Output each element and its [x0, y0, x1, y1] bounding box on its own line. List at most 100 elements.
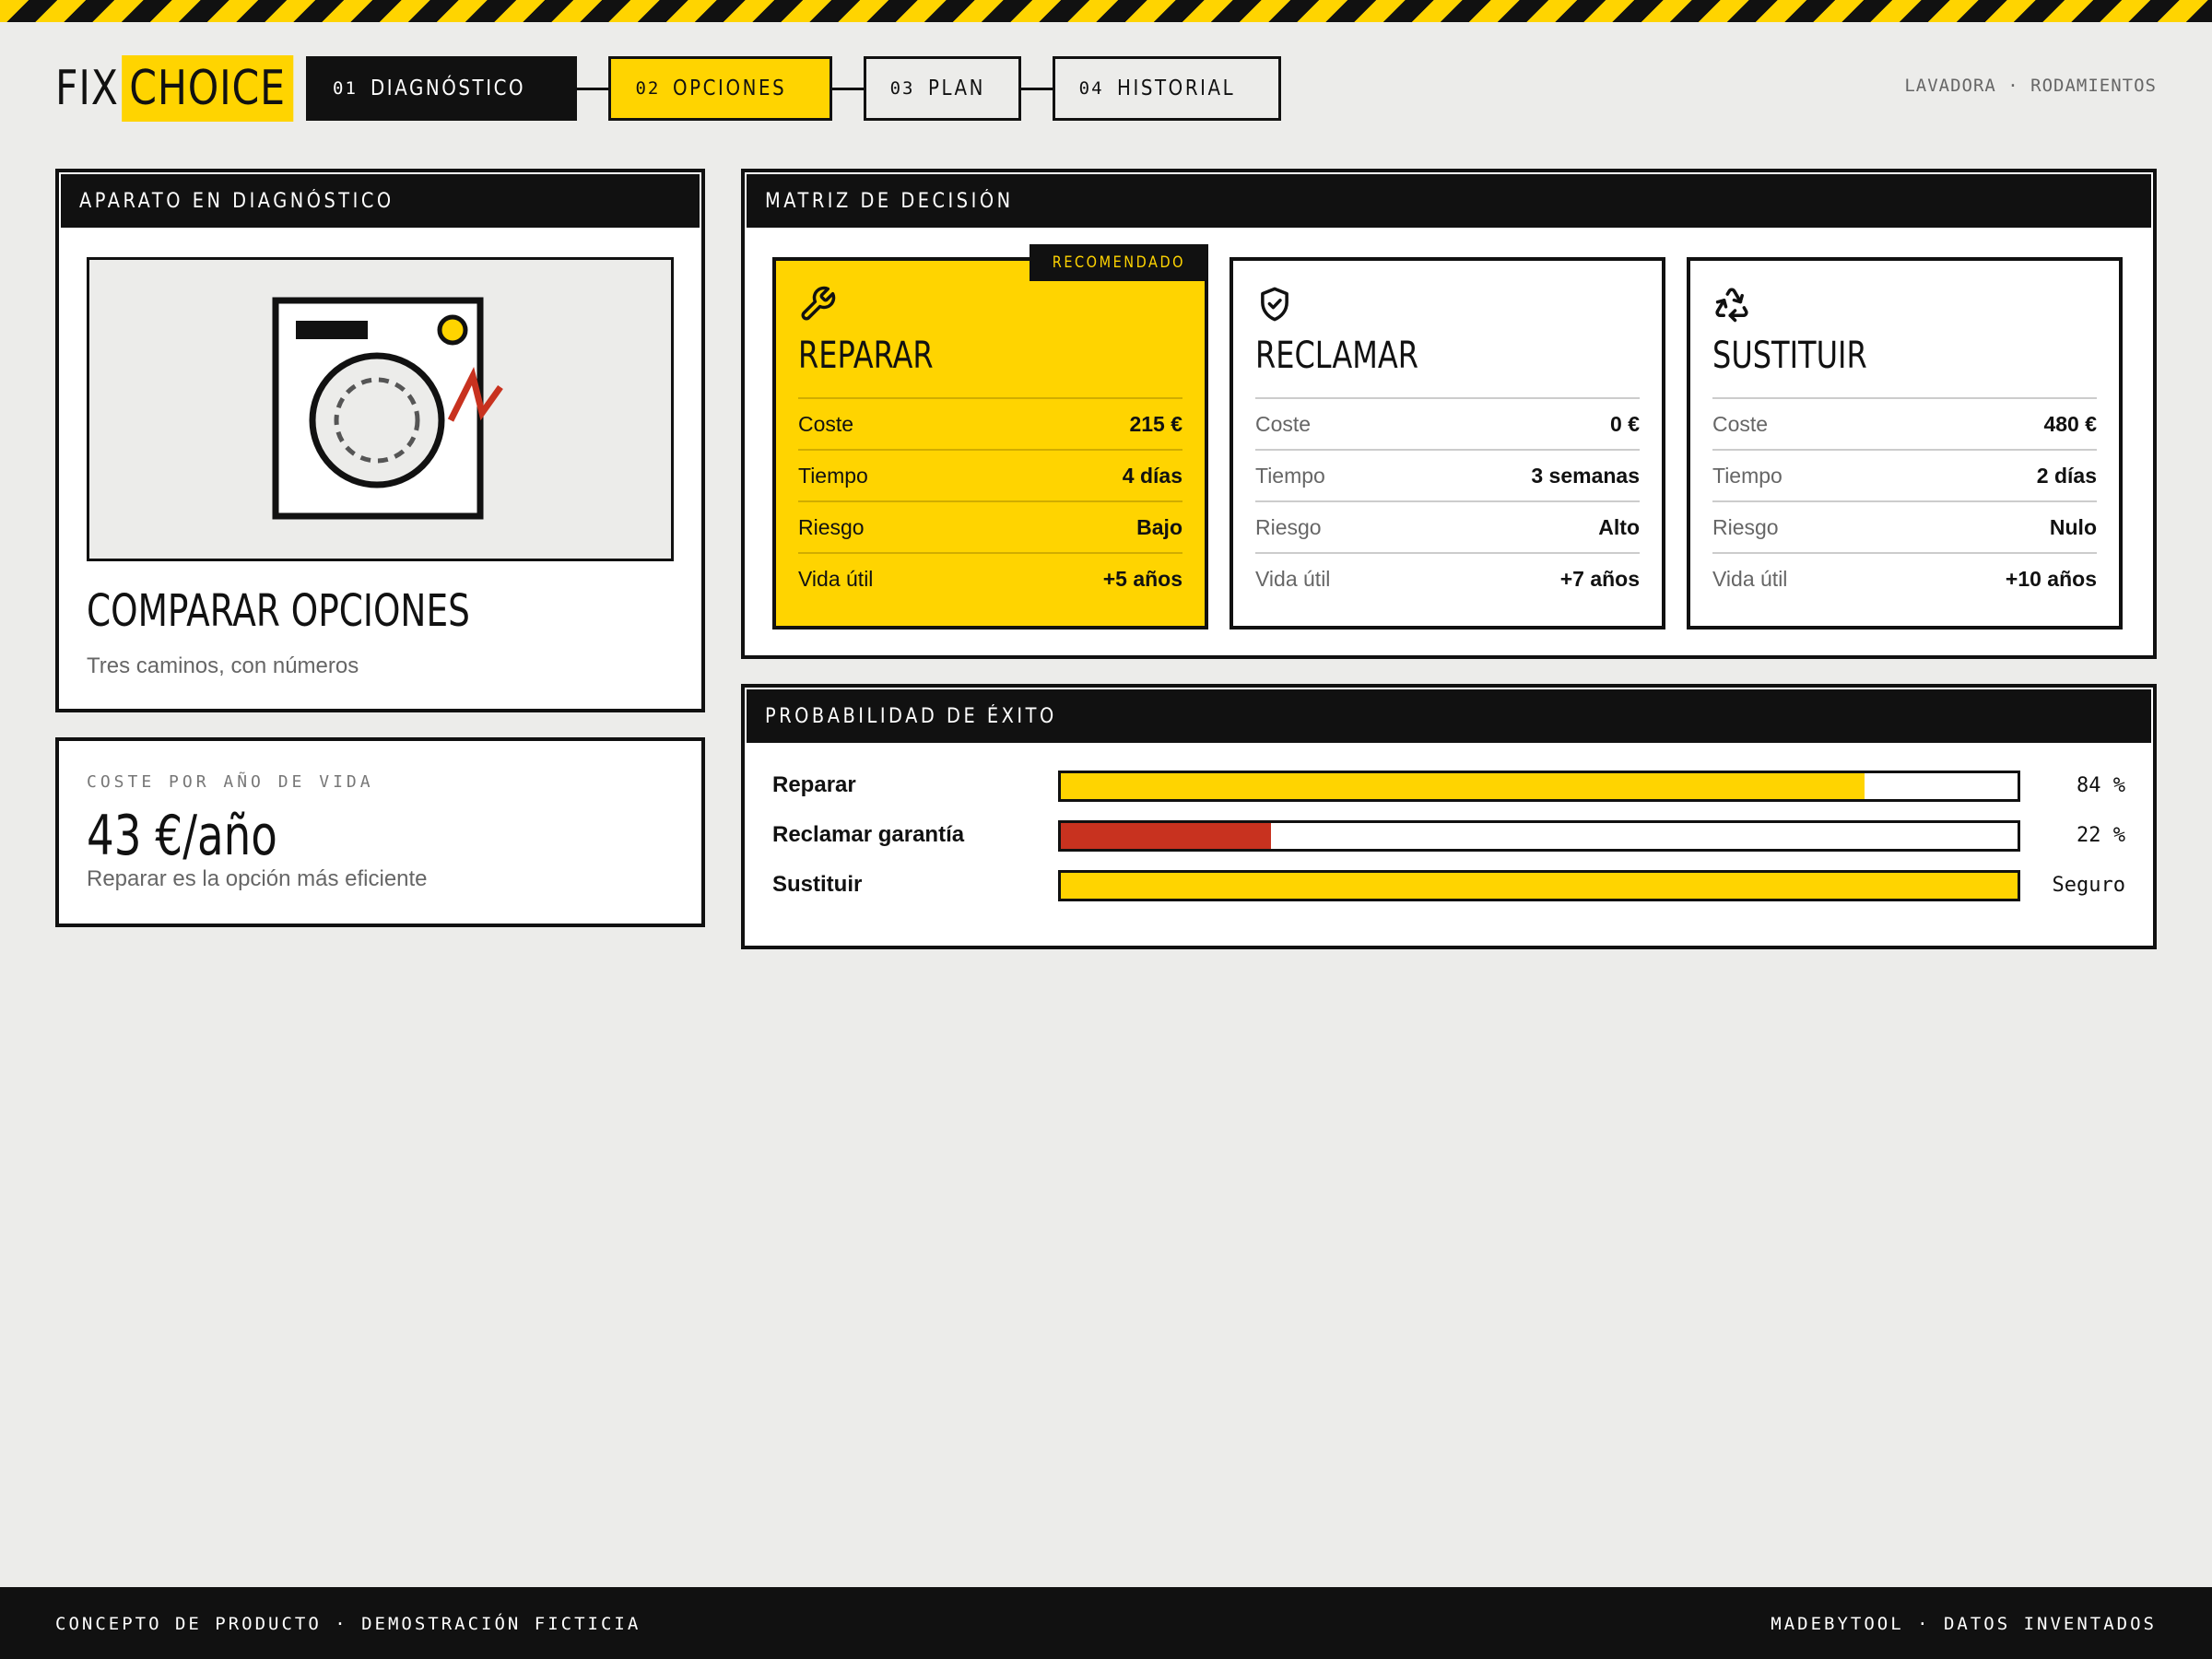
prob-bar-fill: [1061, 773, 1865, 799]
metric-key: Tiempo: [1712, 463, 1783, 488]
step-number: 01: [333, 78, 358, 99]
metric-row: Coste 0 €: [1255, 397, 1640, 449]
metric-value: +10 años: [2005, 566, 2097, 591]
prob-bar-fill: [1061, 823, 1272, 849]
metric-value: Bajo: [1136, 514, 1182, 539]
metric-key: Vida útil: [798, 566, 874, 591]
prob-bar-track: [1058, 870, 2020, 901]
metric-row: Coste 480 €: [1712, 397, 2097, 449]
recommended-badge: RECOMENDADO: [1030, 244, 1208, 281]
success-probability-panel: PROBABILIDAD DE ÉXITO Reparar 84 % Recla…: [741, 684, 2157, 949]
prob-label: Reparar: [772, 772, 856, 797]
hazard-stripe: [0, 0, 2212, 22]
decision-matrix-panel: MATRIZ DE DECISIÓN RECOMENDADO REPARAR C…: [741, 169, 2157, 659]
metric-key: Riesgo: [1255, 514, 1322, 539]
step-nav: 01 DIAGNÓSTICO 02 OPCIONES 03 PLAN 04 HI…: [306, 56, 1281, 121]
metric-value: 215 €: [1129, 411, 1182, 436]
panel-heading: MATRIZ DE DECISIÓN: [747, 174, 2151, 228]
device-illustration-frame: [87, 257, 674, 561]
metric-key: Coste: [1712, 411, 1769, 436]
prob-bar-track: [1058, 820, 2020, 852]
metric-row: Vida útil +10 años: [1712, 552, 2097, 604]
panel-heading-text: MATRIZ DE DECISIÓN: [765, 189, 1014, 213]
metric-row: Riesgo Nulo: [1712, 500, 2097, 552]
metric-value: +5 años: [1102, 566, 1182, 591]
step-number: 03: [889, 78, 915, 99]
step-opciones[interactable]: 02 OPCIONES: [608, 56, 832, 121]
metric-value: 3 semanas: [1531, 463, 1640, 488]
option-title: RECLAMAR: [1255, 335, 1418, 377]
metric-row: Tiempo 4 días: [798, 449, 1182, 500]
metric-value: 4 días: [1122, 463, 1182, 488]
prob-label: Reclamar garantía: [772, 822, 965, 847]
logo-text-right: CHOICE: [122, 55, 294, 122]
metric-value: +7 años: [1559, 566, 1640, 591]
metric-key: Riesgo: [798, 514, 865, 539]
prob-value: Seguro: [2052, 874, 2125, 897]
prob-row-reparar: Reparar 84 %: [772, 771, 2125, 804]
footer-right: MADEBYTOOL · DATOS INVENTADOS: [1771, 1614, 2157, 1634]
prob-value: 84 %: [2077, 774, 2125, 797]
metric-value: Alto: [1598, 514, 1640, 539]
cost-per-year-panel: COSTE POR AÑO DE VIDA 43 €/año Reparar e…: [55, 737, 705, 927]
step-connector: [831, 87, 864, 90]
step-plan[interactable]: 03 PLAN: [863, 56, 1021, 121]
prob-label: Sustituir: [772, 872, 863, 897]
option-metrics: Coste 215 € Tiempo 4 días Riesgo Bajo Vida …: [798, 397, 1182, 604]
step-diagnostico[interactable]: 01 DIAGNÓSTICO: [306, 56, 578, 121]
option-card-sustituir[interactable]: SUSTITUIR Coste 480 € Tiempo 2 días Riesgo…: [1687, 257, 2123, 629]
step-label: OPCIONES: [673, 76, 787, 100]
cost-note: Reparar es la opción más eficiente: [87, 866, 428, 891]
metric-key: Coste: [1255, 411, 1312, 436]
metric-value: 480 €: [2043, 411, 2097, 436]
prob-bar-fill: [1061, 873, 2018, 899]
prob-bar-track: [1058, 771, 2020, 802]
metric-value: 2 días: [2036, 463, 2097, 488]
metric-key: Tiempo: [1255, 463, 1325, 488]
step-historial[interactable]: 04 HISTORIAL: [1052, 56, 1281, 121]
metric-key: Riesgo: [1712, 514, 1779, 539]
panel-heading-text: PROBABILIDAD DE ÉXITO: [765, 704, 1057, 728]
step-connector: [577, 87, 609, 90]
metric-key: Vida útil: [1712, 566, 1788, 591]
panel-heading-text: APARATO EN DIAGNÓSTICO: [79, 189, 394, 213]
option-card-reclamar[interactable]: RECLAMAR Coste 0 € Tiempo 3 semanas Riesgo…: [1230, 257, 1665, 629]
metric-value: Nulo: [2049, 514, 2097, 539]
step-connector: [1020, 87, 1053, 90]
footer-left: CONCEPTO DE PRODUCTO · DEMOSTRACIÓN FICT…: [55, 1614, 641, 1634]
option-card-reparar[interactable]: RECOMENDADO REPARAR Coste 215 € Tiempo 4 d…: [772, 244, 1208, 629]
footer: CONCEPTO DE PRODUCTO · DEMOSTRACIÓN FICT…: [0, 1587, 2212, 1659]
cost-label: COSTE POR AÑO DE VIDA: [87, 772, 374, 792]
cost-value: 43 €/año: [87, 804, 277, 868]
metric-key: Vida útil: [1255, 566, 1331, 591]
option-metrics: Coste 480 € Tiempo 2 días Riesgo Nulo Vida …: [1712, 397, 2097, 604]
logo[interactable]: FIX CHOICE: [55, 53, 294, 124]
shield-check-icon: [1261, 287, 1288, 322]
step-label: HISTORIAL: [1116, 76, 1235, 100]
metric-row: Tiempo 3 semanas: [1255, 449, 1640, 500]
option-title: SUSTITUIR: [1712, 335, 1867, 377]
metric-row: Riesgo Alto: [1255, 500, 1640, 552]
step-number: 04: [1078, 78, 1104, 99]
option-title: REPARAR: [798, 335, 934, 377]
step-number: 02: [635, 78, 661, 99]
panel-heading: PROBABILIDAD DE ÉXITO: [747, 689, 2151, 743]
metric-row: Vida útil +5 años: [798, 552, 1182, 604]
wrench-icon: [801, 286, 836, 321]
page-title: COMPARAR OPCIONES: [87, 585, 470, 637]
recycle-icon: [1715, 288, 1748, 323]
washing-machine-icon: [272, 297, 503, 520]
metric-value: 0 €: [1610, 411, 1640, 436]
step-label: DIAGNÓSTICO: [370, 76, 526, 100]
prob-row-reclamar: Reclamar garantía 22 %: [772, 820, 2125, 853]
step-label: PLAN: [927, 76, 985, 100]
option-metrics: Coste 0 € Tiempo 3 semanas Riesgo Alto Vida…: [1255, 397, 1640, 604]
metric-key: Coste: [798, 411, 854, 436]
prob-row-sustituir: Sustituir Seguro: [772, 870, 2125, 903]
logo-text-left: FIX: [55, 61, 119, 116]
header: FIX CHOICE 01 DIAGNÓSTICO 02 OPCIONES 03…: [55, 53, 2157, 124]
metric-key: Tiempo: [798, 463, 868, 488]
badge-text: RECOMENDADO: [1052, 253, 1186, 272]
metric-row: Coste 215 €: [798, 397, 1182, 449]
breadcrumb: LAVADORA · RODAMIENTOS: [1904, 76, 2157, 96]
